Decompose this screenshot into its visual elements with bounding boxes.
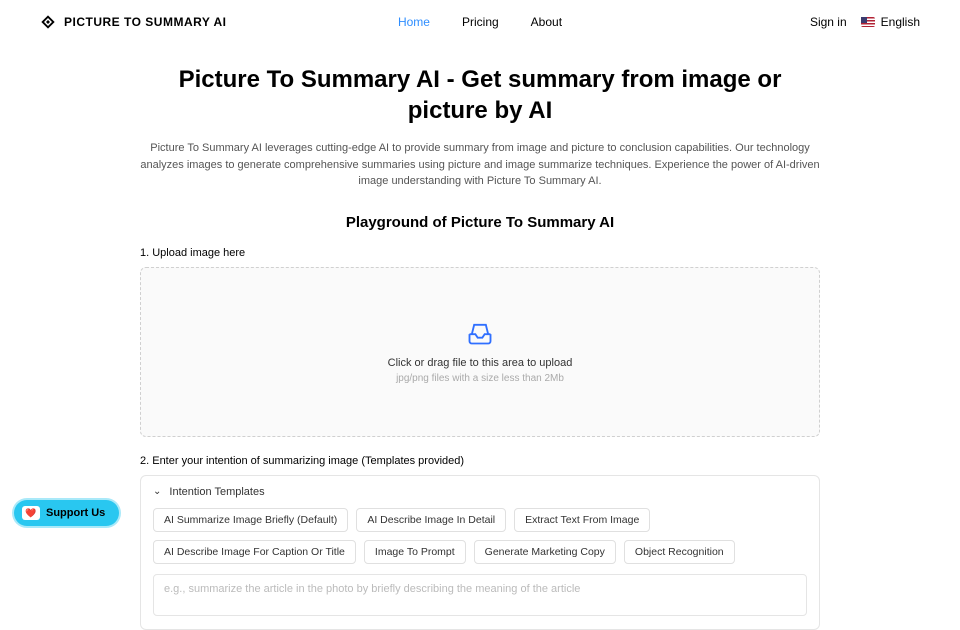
nav-pricing[interactable]: Pricing bbox=[462, 15, 499, 29]
playground-title: Playground of Picture To Summary AI bbox=[140, 214, 820, 231]
support-button[interactable]: ❤️ Support Us bbox=[12, 498, 121, 528]
templates-label: Intention Templates bbox=[169, 486, 264, 498]
support-label: Support Us bbox=[46, 507, 105, 519]
inbox-icon bbox=[466, 319, 494, 347]
brand-logo-icon bbox=[40, 14, 56, 30]
step2-label: 2. Enter your intention of summarizing i… bbox=[140, 455, 820, 467]
chevron-down-icon: ⌄ bbox=[153, 486, 161, 497]
intention-input[interactable] bbox=[153, 574, 807, 616]
header-right: Sign in English bbox=[810, 15, 920, 29]
chip-summarize-briefly[interactable]: AI Summarize Image Briefly (Default) bbox=[153, 508, 348, 532]
intention-panel: ⌄ Intention Templates AI Summarize Image… bbox=[140, 475, 820, 630]
page-description: Picture To Summary AI leverages cutting-… bbox=[140, 140, 820, 190]
main-content: Picture To Summary AI - Get summary from… bbox=[130, 64, 830, 630]
language-selector[interactable]: English bbox=[861, 15, 920, 29]
flag-icon bbox=[861, 17, 875, 27]
upload-dropzone[interactable]: Click or drag file to this area to uploa… bbox=[140, 267, 820, 437]
main-nav: Home Pricing About bbox=[398, 15, 562, 29]
nav-home[interactable]: Home bbox=[398, 15, 430, 29]
header: PICTURE TO SUMMARY AI Home Pricing About… bbox=[0, 0, 960, 44]
step1-label: 1. Upload image here bbox=[140, 247, 820, 259]
heart-icon: ❤️ bbox=[22, 506, 40, 520]
chip-marketing-copy[interactable]: Generate Marketing Copy bbox=[474, 540, 616, 564]
chip-describe-detail[interactable]: AI Describe Image In Detail bbox=[356, 508, 506, 532]
signin-link[interactable]: Sign in bbox=[810, 15, 847, 29]
upload-text: Click or drag file to this area to uploa… bbox=[388, 357, 573, 369]
brand[interactable]: PICTURE TO SUMMARY AI bbox=[40, 14, 227, 30]
templates-toggle[interactable]: ⌄ Intention Templates bbox=[153, 486, 807, 498]
page-title: Picture To Summary AI - Get summary from… bbox=[140, 64, 820, 126]
chip-object-recognition[interactable]: Object Recognition bbox=[624, 540, 735, 564]
brand-name: PICTURE TO SUMMARY AI bbox=[64, 15, 227, 29]
language-label: English bbox=[881, 15, 920, 29]
template-chips: AI Summarize Image Briefly (Default) AI … bbox=[153, 508, 807, 564]
chip-image-to-prompt[interactable]: Image To Prompt bbox=[364, 540, 466, 564]
upload-hint: jpg/png files with a size less than 2Mb bbox=[396, 373, 564, 384]
nav-about[interactable]: About bbox=[531, 15, 562, 29]
chip-extract-text[interactable]: Extract Text From Image bbox=[514, 508, 650, 532]
chip-caption-title[interactable]: AI Describe Image For Caption Or Title bbox=[153, 540, 356, 564]
